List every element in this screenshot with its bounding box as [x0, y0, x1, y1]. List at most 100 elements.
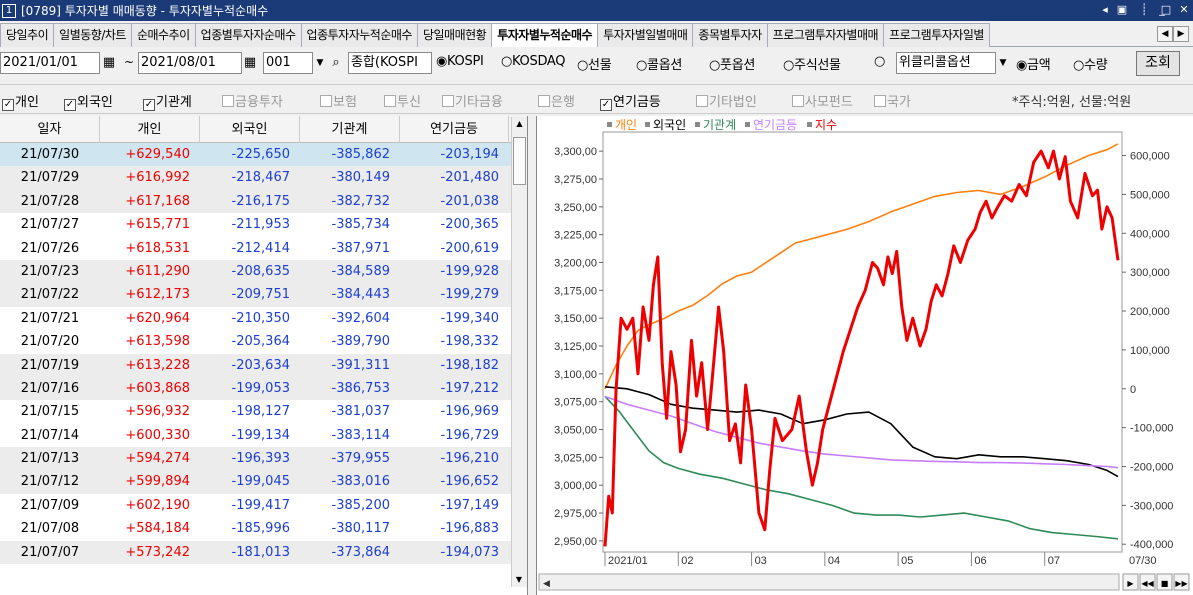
restore-icon[interactable]: ▣ [1114, 2, 1130, 18]
table-cell: -200,619 [440, 240, 499, 256]
table-row[interactable]: 21/07/26 +618,531 -212,414 -387,971 -200,619 [0, 237, 527, 260]
dropdown-icon[interactable]: ▼ [996, 53, 1010, 73]
table-row[interactable]: 21/07/16 +603,868 -199,053 -386,753 -197,212 [0, 376, 527, 401]
investor-checkbox-3[interactable]: 금융투자 [222, 91, 283, 110]
tab-3[interactable]: 업종별투자자순매수 [194, 23, 302, 47]
table-cell: -225,650 [231, 147, 290, 162]
table-row[interactable]: 21/07/14 +600,330 -199,134 -383,114 -196,729 [0, 424, 527, 447]
tab-1[interactable]: 일별동향/차트 [53, 23, 132, 47]
tab-next-icon[interactable]: ▶ [1173, 26, 1189, 42]
measure-quantity[interactable]: ○수량 [1073, 54, 1108, 73]
table-row[interactable]: 21/07/29 +616,992 -218,467 -380,149 -201,480 [0, 166, 527, 190]
tab-6[interactable]: 투자자별누적순매수 [491, 23, 599, 47]
table-cell: 21/07/15 [20, 404, 80, 420]
legend-marker [807, 122, 812, 127]
investor-checkbox-5[interactable]: 투신 [384, 91, 421, 110]
pin-icon[interactable]: ┊ [1136, 2, 1152, 18]
investor-checkbox-4[interactable]: 보험 [320, 91, 357, 110]
tab-prev-icon[interactable]: ◀ [1157, 26, 1173, 42]
table-row[interactable]: 21/07/27 +615,771 -211,953 -385,734 -200,365 [0, 213, 527, 236]
tab-9[interactable]: 프로그램투자자별매매 [766, 23, 885, 47]
right-tick-label: 500,000 [1130, 189, 1170, 201]
investor-checkbox-2[interactable]: ✓ 기관계 [143, 91, 192, 111]
scroll-thumb[interactable] [513, 137, 526, 185]
option-stock-futures[interactable]: ○주식선물 [783, 54, 841, 73]
calendar-icon[interactable]: ▦ [242, 53, 258, 73]
investor-checkbox-9[interactable]: 기타법인 [696, 91, 757, 110]
investor-label: 금융투자 [235, 95, 283, 110]
column-header[interactable]: 기관계 [300, 116, 400, 143]
investor-label: 보험 [333, 95, 357, 110]
code-input[interactable]: 001 [263, 52, 313, 74]
table-row[interactable]: 21/07/08 +584,184 -185,996 -380,117 -196,883 [0, 517, 527, 540]
option-kosdaq[interactable]: ○KOSDAQ [501, 54, 566, 69]
investor-table: 일자 개인 외국인 기관계 연기금등 21/07/30 +629,540 -225,650 -… [0, 116, 528, 595]
table-cell: -198,127 [231, 404, 290, 420]
table-header: 일자 개인 외국인 기관계 연기금등 [0, 116, 527, 143]
dropdown-icon[interactable]: ▼ [313, 53, 327, 73]
option-futures[interactable]: ○선물 [577, 54, 612, 73]
end-date-input[interactable]: 2021/08/01 [138, 52, 242, 74]
tab-10[interactable]: 프로그램투자자일별 [883, 23, 990, 47]
table-row[interactable]: 21/07/20 +613,598 -205,364 -389,790 -198,332 [0, 330, 527, 353]
tab-bar: 당일추이 일별동향/차트 순매수추이 업종별투자자순매수 업종투자자누적순매수 당일매매현… [0, 23, 1193, 47]
tab-0[interactable]: 당일추이 [0, 23, 55, 47]
table-cell: -385,734 [331, 217, 390, 233]
column-header[interactable]: 연기금등 [400, 116, 509, 143]
legend-marker [607, 122, 612, 127]
table-cell: -185,996 [231, 521, 290, 537]
table-cell: -380,117 [331, 521, 390, 537]
search-icon[interactable]: ⌕ [328, 53, 344, 73]
start-date-input[interactable]: 2021/01/01 [0, 52, 100, 74]
scroll-down-icon[interactable]: ▼ [512, 573, 526, 587]
tab-5[interactable]: 당일매매현황 [416, 23, 493, 47]
arrow-left-icon[interactable]: ◂ [1097, 2, 1113, 18]
table-cell: -196,729 [440, 427, 499, 443]
maximize-button-icon[interactable]: □ [1158, 2, 1174, 18]
table-row[interactable]: 21/07/19 +613,228 -203,634 -391,311 -198,182 [0, 353, 527, 377]
table-cell: +629,540 [125, 147, 190, 162]
table-row[interactable]: 21/07/15 +596,932 -198,127 -381,037 -196,969 [0, 400, 527, 423]
radio-icon: ○ [636, 58, 648, 73]
tab-8[interactable]: 종목별투자자 [692, 23, 768, 47]
checkbox-icon [442, 95, 454, 107]
table-row[interactable]: 21/07/07 +573,242 -181,013 -373,864 -194,073 [0, 540, 527, 565]
table-row[interactable]: 21/07/13 +594,274 -196,393 -379,955 -196,210 [0, 447, 527, 471]
weekly-call-select[interactable]: 위클리콜옵션 [896, 52, 996, 74]
radio-icon: ○ [709, 58, 721, 73]
tab-7[interactable]: 투자자별일별매매 [597, 23, 694, 47]
tab-4[interactable]: 업종투자자누적순매수 [300, 23, 418, 47]
column-header[interactable]: 개인 [100, 116, 200, 143]
investor-checkbox-0[interactable]: ✓ 개인 [2, 91, 39, 111]
table-cell: -197,212 [440, 380, 499, 396]
tab-2[interactable]: 순매수추이 [130, 23, 196, 47]
table-scrollbar[interactable]: ▲ ▼ [511, 117, 527, 587]
investor-checkbox-6[interactable]: 기타금융 [442, 91, 503, 110]
option-put[interactable]: ○풋옵션 [709, 54, 755, 73]
measure-amount[interactable]: ◉금액 [1016, 54, 1051, 73]
close-icon[interactable]: ✕ [1176, 2, 1192, 18]
table-row[interactable]: 21/07/23 +611,290 -208,635 -384,589 -199,928 [0, 259, 527, 284]
column-header[interactable]: 외국인 [200, 116, 300, 143]
investor-checkbox-7[interactable]: 은행 [538, 91, 575, 110]
table-row[interactable]: 21/07/30 +629,540 -225,650 -385,862 -203,194 [0, 143, 527, 167]
x-tick-label: 06 [974, 555, 986, 567]
table-row[interactable]: 21/07/21 +620,964 -210,350 -392,604 -199,340 [0, 307, 527, 330]
scroll-up-icon[interactable]: ▲ [512, 117, 527, 131]
investor-checkbox-10[interactable]: 사모펀드 [792, 91, 853, 110]
option-kospi[interactable]: ◉KOSPI [436, 54, 484, 69]
table-row[interactable]: 21/07/28 +617,168 -216,175 -382,732 -201,038 [0, 189, 527, 214]
table-row[interactable]: 21/07/12 +599,894 -199,045 -383,016 -196,652 [0, 470, 527, 494]
investor-checkbox-8[interactable]: ✓ 연기금등 [600, 91, 661, 111]
left-tick-label: 3,175,00 [554, 285, 597, 297]
calendar-icon[interactable]: ▦ [101, 53, 117, 73]
table-cell: +584,184 [125, 521, 190, 537]
option-weekly-radio[interactable]: ○ [874, 54, 885, 69]
query-button[interactable]: 조회 [1136, 51, 1180, 76]
investor-checkbox-11[interactable]: 국가 [874, 91, 911, 110]
option-call[interactable]: ○콜옵션 [636, 54, 682, 73]
table-row[interactable]: 21/07/09 +602,190 -199,417 -385,200 -197,149 [0, 494, 527, 517]
table-row[interactable]: 21/07/22 +612,173 -209,751 -384,443 -199,279 [0, 283, 527, 307]
column-header[interactable]: 일자 [0, 116, 100, 143]
investor-checkbox-1[interactable]: ✓ 외국인 [64, 91, 113, 111]
